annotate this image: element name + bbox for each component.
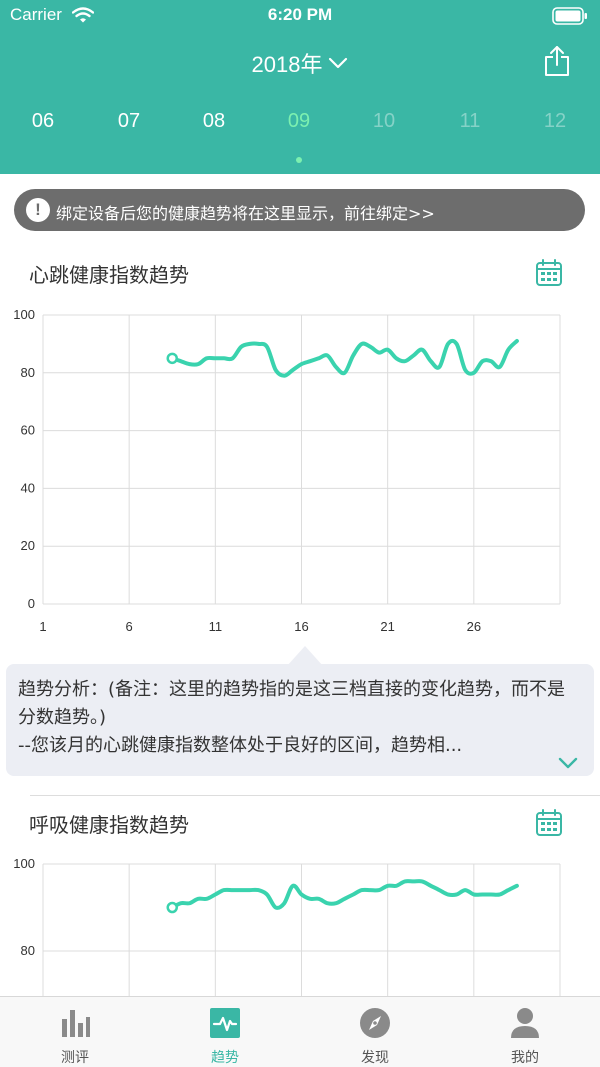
exclamation-icon: !	[26, 198, 50, 222]
trend-analysis-panel[interactable]: 趋势分析：(备注：这里的趋势指的是这三档直接的变化趋势，而不是分数趋势。) --…	[6, 664, 594, 776]
month-tab-12: 12	[543, 110, 567, 132]
tab-trend-label: 趋势	[211, 1050, 239, 1066]
bar-chart-icon	[62, 1010, 90, 1037]
month-tab-08[interactable]: 08	[184, 110, 244, 133]
compass-icon	[360, 1008, 390, 1038]
tab-profile-label: 我的	[511, 1050, 539, 1066]
y-tick-label: 80	[21, 943, 35, 958]
month-tab-10: 10	[372, 110, 396, 132]
chevron-down-icon	[329, 57, 348, 69]
series-line	[170, 338, 519, 378]
y-tick-label: 100	[13, 307, 35, 322]
month-tab-09[interactable]: 09	[269, 110, 329, 133]
active-month-indicator	[296, 157, 302, 163]
chevron-down-icon[interactable]	[558, 756, 578, 770]
y-tick-label: 20	[21, 538, 35, 553]
x-tick-label: 21	[380, 619, 394, 634]
x-tick-label: 1	[39, 619, 46, 634]
month-selector: 06 07 08 09 10 11 12	[0, 110, 600, 140]
x-tick-label: 11	[209, 619, 223, 634]
tab-discover[interactable]: 发现	[300, 997, 450, 1067]
series-line	[170, 879, 519, 910]
tab-discover-label: 发现	[361, 1050, 389, 1066]
month-tab-07[interactable]: 07	[99, 110, 159, 133]
x-tick-label: 26	[467, 619, 481, 634]
tab-trend[interactable]: 趋势	[150, 997, 300, 1067]
series-start-point	[166, 901, 178, 914]
heart-trend-chart: 0204060801001 6 11 16 21 26	[13, 307, 561, 634]
bind-device-text: 绑定设备后您的健康趋势将在这里显示，前往绑定>>	[56, 204, 435, 223]
tab-evaluate-label: 测评	[61, 1050, 89, 1066]
y-tick-label: 80	[21, 365, 35, 380]
calendar-icon[interactable]	[535, 809, 563, 837]
x-tick-label: 16	[294, 619, 308, 634]
month-tab-06[interactable]: 06	[13, 110, 73, 133]
heart-trend-title: 心跳健康指数趋势	[29, 263, 189, 287]
calendar-icon[interactable]	[535, 259, 563, 287]
clock: 6:20 PM	[267, 5, 333, 24]
person-icon	[511, 1008, 539, 1038]
series-start-point	[166, 352, 178, 365]
x-tick-label: 6	[126, 619, 133, 634]
y-tick-label: 40	[21, 480, 35, 495]
breath-trend-title: 呼吸健康指数趋势	[29, 813, 189, 837]
battery-icon	[552, 7, 587, 25]
bind-device-banner[interactable]: ! 绑定设备后您的健康趋势将在这里显示，前往绑定>>	[14, 189, 585, 231]
y-tick-label: 100	[13, 856, 35, 871]
y-tick-label: 0	[28, 596, 35, 611]
analysis-summary: --您该月的心跳健康指数整体处于良好的区间，趋势相...	[18, 735, 463, 756]
tab-evaluate[interactable]: 测评	[0, 997, 150, 1067]
header: Carrier 6:20 PM 2018年 06 07 08 09 10 11 …	[0, 0, 600, 174]
year-selector[interactable]: 2018年	[0, 47, 600, 79]
y-tick-label: 60	[21, 423, 35, 438]
app-screen: Carrier 6:20 PM 2018年 06 07 08 09 10 11 …	[0, 0, 600, 1067]
analysis-pointer	[287, 646, 323, 666]
trend-analysis-text: 趋势分析：(备注：这里的趋势指的是这三档直接的变化趋势，而不是分数趋势。) --…	[18, 676, 582, 760]
breath-trend-chart: 6080100	[13, 856, 561, 996]
share-icon[interactable]	[544, 45, 570, 77]
status-bar: Carrier 6:20 PM	[0, 0, 600, 32]
pulse-icon	[210, 1008, 240, 1038]
tab-bar: 测评 趋势 发现 我的	[0, 996, 600, 1067]
tab-profile[interactable]: 我的	[450, 997, 600, 1067]
analysis-note: 趋势分析：(备注：这里的趋势指的是这三档直接的变化趋势，而不是分数趋势。)	[18, 679, 566, 728]
section-divider	[30, 795, 600, 796]
month-tab-11: 11	[459, 110, 481, 132]
year-label: 2018年	[251, 52, 323, 77]
